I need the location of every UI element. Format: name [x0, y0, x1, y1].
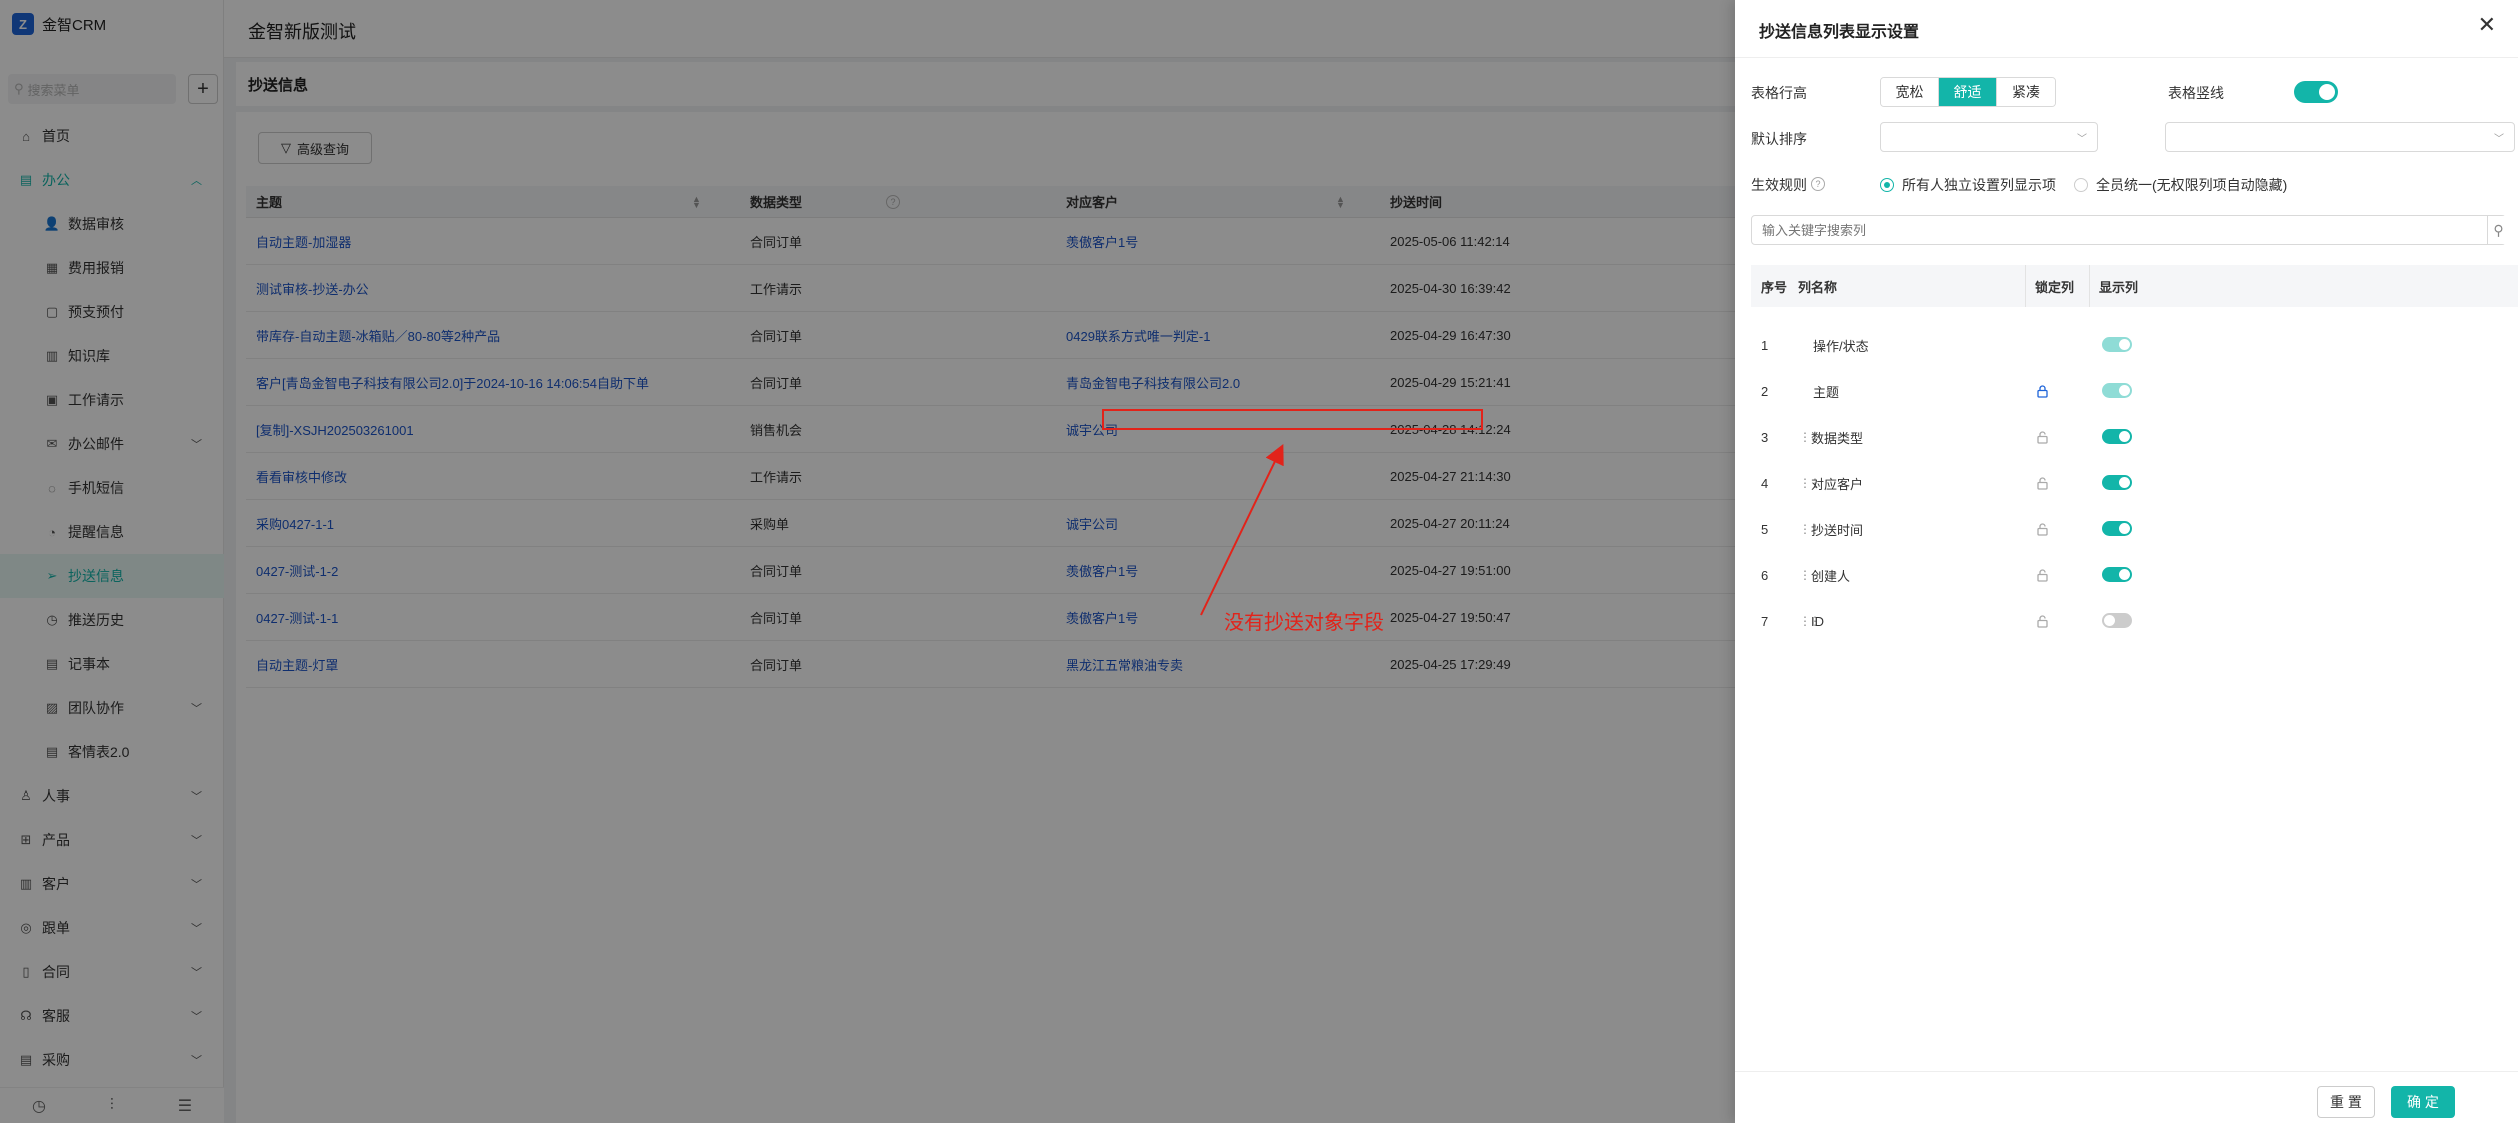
column-config-row: 7 ⋮⋮ ID [1751, 598, 2518, 644]
chevron-down-icon: ﹀ [2494, 134, 2504, 145]
rule-label: 生效规则 [1751, 177, 1807, 193]
rule-option-unified[interactable]: 全员统一(无权限列项自动隐藏) [2074, 175, 2287, 195]
show-column-toggle[interactable] [2102, 613, 2132, 628]
unlock-icon[interactable] [2037, 552, 2048, 598]
column-config-row: 1 操作/状态 [1751, 322, 2518, 368]
column-index: 4 [1761, 475, 1769, 491]
column-settings-drawer: 抄送信息列表显示设置 ✕ 表格行高 宽松 舒适 紧凑 表格竖线 默认排序 ﹀ ﹀… [1735, 0, 2518, 1123]
unlock-icon[interactable] [2037, 506, 2048, 552]
rule-option-unified-label: 全员统一(无权限列项自动隐藏) [2096, 177, 2288, 193]
column-index: 3 [1761, 429, 1769, 445]
unlock-icon[interactable] [2037, 414, 2048, 460]
default-sort-label: 默认排序 [1751, 131, 1807, 147]
reset-button[interactable]: 重 置 [2317, 1086, 2375, 1118]
show-column-toggle[interactable] [2102, 567, 2132, 582]
show-column-toggle[interactable] [2102, 475, 2132, 490]
header-index: 序号 [1761, 279, 1788, 295]
row-height-option-compact[interactable]: 紧凑 [1997, 78, 2055, 106]
show-column-toggle[interactable] [2102, 429, 2132, 444]
rule-option-individual[interactable]: 所有人独立设置列显示项 [1880, 175, 2056, 195]
unlock-icon[interactable] [2037, 598, 2048, 644]
show-column-toggle[interactable] [2102, 383, 2132, 398]
unlock-icon[interactable] [2037, 460, 2048, 506]
close-icon[interactable]: ✕ [2478, 14, 2496, 36]
column-index: 5 [1761, 521, 1769, 537]
help-icon[interactable]: ? [1811, 177, 1825, 191]
column-name: 操作/状态 [1813, 338, 1869, 354]
column-config-row: 3 ⋮⋮ 数据类型 [1751, 414, 2518, 460]
sort-order-select[interactable]: ﹀ [2165, 122, 2515, 152]
column-search-input[interactable] [1751, 215, 2506, 245]
columns-table-header: 序号 列名称 锁定列 显示列 [1751, 265, 2518, 307]
lock-icon[interactable] [2037, 368, 2048, 414]
annotation-highlight-box [1102, 409, 1483, 430]
header-lock: 锁定列 [2035, 279, 2075, 295]
column-name: 创建人 [1811, 568, 1851, 584]
column-index: 1 [1761, 337, 1769, 353]
confirm-button[interactable]: 确 定 [2391, 1086, 2455, 1118]
header-column-name: 列名称 [1798, 279, 1838, 295]
radio-selected-icon [1880, 178, 1894, 192]
row-height-option-comfortable[interactable]: 舒适 [1939, 78, 1997, 106]
rule-option-individual-label: 所有人独立设置列显示项 [1902, 177, 2056, 193]
column-index: 6 [1761, 567, 1769, 583]
header-show: 显示列 [2099, 279, 2139, 295]
row-height-segmented: 宽松 舒适 紧凑 [1880, 77, 2056, 107]
column-name: 主题 [1813, 384, 1840, 400]
column-name: 数据类型 [1811, 430, 1864, 446]
sort-field-select[interactable]: ﹀ [1880, 122, 2098, 152]
column-config-row: 2 主题 [1751, 368, 2518, 414]
row-height-option-loose[interactable]: 宽松 [1881, 78, 1939, 106]
vertical-lines-toggle[interactable] [2294, 81, 2338, 103]
column-name: 对应客户 [1811, 476, 1864, 492]
modal-overlay[interactable] [0, 0, 1735, 1123]
header-divider [2025, 265, 2026, 307]
chevron-down-icon: ﹀ [2077, 134, 2087, 145]
drawer-title: 抄送信息列表显示设置 [1759, 24, 1920, 41]
column-name: 抄送时间 [1811, 522, 1864, 538]
vertical-lines-label: 表格竖线 [2168, 85, 2224, 101]
column-index: 2 [1761, 383, 1769, 399]
column-index: 7 [1761, 613, 1769, 629]
search-icon[interactable]: ⚲ [2487, 216, 2509, 244]
show-column-toggle[interactable] [2102, 337, 2132, 352]
drawer-footer: 重 置 确 定 [1735, 1071, 2518, 1123]
drawer-header: 抄送信息列表显示设置 ✕ [1735, 0, 2518, 58]
column-config-row: 6 ⋮⋮ 创建人 [1751, 552, 2518, 598]
column-name: ID [1811, 613, 1824, 629]
show-column-toggle[interactable] [2102, 521, 2132, 536]
column-config-row: 5 ⋮⋮ 抄送时间 [1751, 506, 2518, 552]
annotation-text: 没有抄送对象字段 [1224, 610, 1384, 634]
row-height-label: 表格行高 [1751, 85, 1807, 101]
radio-unselected-icon [2074, 178, 2088, 192]
header-divider [2089, 265, 2090, 307]
column-config-row: 4 ⋮⋮ 对应客户 [1751, 460, 2518, 506]
